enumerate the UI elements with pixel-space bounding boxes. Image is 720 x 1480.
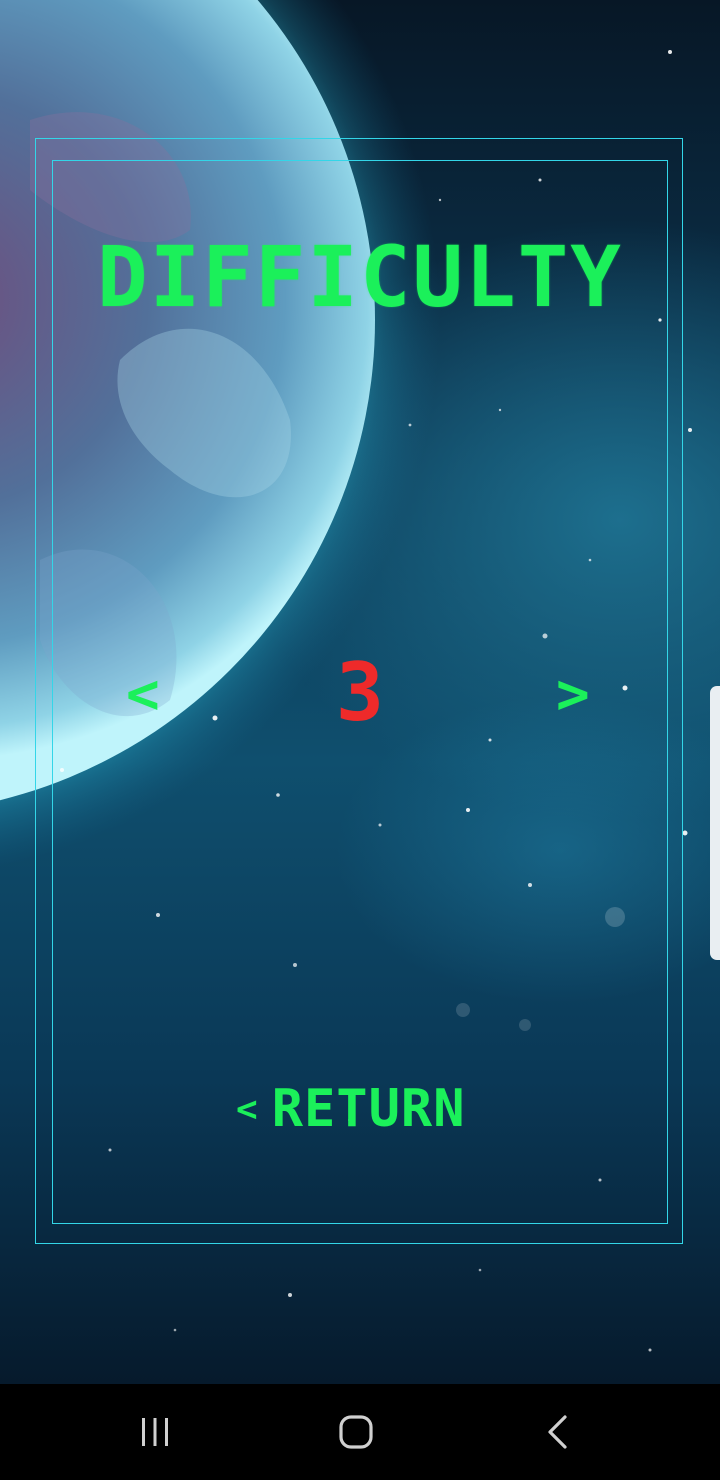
increase-difficulty-button[interactable]: > bbox=[556, 660, 590, 730]
edge-panel-handle[interactable] bbox=[710, 686, 720, 960]
recents-button[interactable] bbox=[123, 1400, 187, 1464]
return-button[interactable]: < RETURN bbox=[236, 1076, 466, 1142]
return-label: RETURN bbox=[271, 1079, 466, 1139]
recents-icon bbox=[142, 1418, 168, 1446]
difficulty-value: 3 bbox=[335, 646, 385, 739]
back-icon bbox=[548, 1415, 567, 1449]
decrease-difficulty-button[interactable]: < bbox=[126, 660, 160, 730]
back-button[interactable] bbox=[526, 1400, 590, 1464]
difficulty-title: DIFFICULTY bbox=[97, 228, 623, 326]
home-icon bbox=[339, 1415, 373, 1449]
system-navigation-bar bbox=[0, 1384, 720, 1480]
home-button[interactable] bbox=[324, 1400, 388, 1464]
return-chevron-icon: < bbox=[236, 1088, 258, 1130]
game-screen: DIFFICULTY < 3 > < RETURN bbox=[0, 0, 720, 1480]
